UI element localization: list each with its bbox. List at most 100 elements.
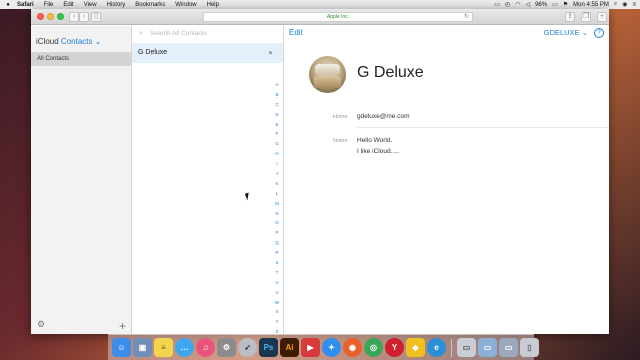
index-letter[interactable]: F	[276, 129, 279, 139]
siri-icon[interactable]: ◉	[622, 1, 627, 8]
index-letter[interactable]: V	[275, 288, 278, 298]
duck-icon[interactable]: ◆	[406, 338, 425, 357]
volume-icon[interactable]: ◁	[525, 1, 530, 8]
apple-menu-icon[interactable]: ●	[4, 2, 12, 8]
gear-icon[interactable]: ⚙	[37, 319, 45, 330]
back-button[interactable]: ‹	[69, 12, 79, 22]
reload-icon[interactable]: ↻	[464, 13, 469, 21]
documents-icon[interactable]: ▭	[499, 338, 518, 357]
index-letter[interactable]: R	[275, 248, 278, 258]
add-contact-button[interactable]: +	[119, 320, 126, 332]
time-machine-icon[interactable]: ◴	[505, 1, 510, 8]
menu-help[interactable]: Help	[207, 2, 219, 8]
share-icon[interactable]: ⇪	[565, 12, 575, 22]
index-letter[interactable]: Y	[275, 317, 278, 327]
group-all-contacts[interactable]: All Contacts	[31, 52, 132, 66]
index-letter[interactable]: O	[275, 218, 279, 228]
sidebar-toggle-icon[interactable]: ▯	[91, 12, 101, 22]
firefox-icon[interactable]: ◉	[343, 338, 362, 357]
safari-window: ‹ › ▯ Apple Inc. ↻ ⇪ ❐ + iCloud Contacts…	[31, 9, 609, 334]
clock[interactable]: Mon 4:55 PM	[573, 2, 609, 8]
wifi-icon[interactable]: ◠	[515, 1, 520, 8]
avatar-photo-body	[314, 76, 341, 88]
notes-icon[interactable]: ≡	[154, 338, 173, 357]
chrome-icon[interactable]: ◎	[364, 338, 383, 357]
browser-toolbar: ‹ › ▯ Apple Inc. ↻ ⇪ ❐ +	[31, 9, 609, 25]
index-letter[interactable]: Q	[275, 238, 279, 248]
help-button[interactable]: ?	[594, 28, 604, 38]
yandex-icon[interactable]: Y	[385, 338, 404, 357]
index-letter[interactable]: W	[275, 298, 279, 308]
account-name: GDELUXE	[543, 28, 580, 37]
messages-icon[interactable]: …	[175, 338, 194, 357]
index-letter[interactable]: N	[275, 209, 278, 219]
photoshop-icon[interactable]: Ps	[259, 338, 278, 357]
index-letter[interactable]: K	[275, 179, 278, 189]
menu-view[interactable]: View	[84, 2, 97, 8]
edge-icon[interactable]: e	[427, 338, 446, 357]
divider	[357, 127, 609, 128]
index-letter[interactable]: G	[275, 139, 279, 149]
minimize-window-button[interactable]	[47, 13, 54, 20]
menu-window[interactable]: Window	[175, 2, 196, 8]
new-tab-icon[interactable]: +	[597, 12, 607, 22]
zoom-window-button[interactable]	[57, 13, 64, 20]
flag-icon[interactable]: ⚑	[563, 1, 568, 8]
show-tabs-icon[interactable]: ❐	[581, 12, 591, 22]
finder-icon[interactable]: ☺	[112, 338, 131, 357]
index-letter[interactable]: B	[275, 90, 278, 100]
safari-icon[interactable]: ✦	[322, 338, 341, 357]
dock-separator	[451, 338, 452, 357]
search-input[interactable]: ⌕ Search All Contacts	[136, 28, 280, 40]
list-item[interactable]: G Deluxe ●	[132, 43, 283, 63]
system-preferences-icon[interactable]: ⚙	[217, 338, 236, 357]
index-letter[interactable]: J	[276, 169, 278, 179]
battery-icon[interactable]: ▭	[552, 1, 558, 8]
desktop-icon[interactable]: ▭	[478, 338, 497, 357]
downloads-icon[interactable]: ▭	[457, 338, 476, 357]
index-letter[interactable]: T	[276, 268, 279, 278]
video-player-icon[interactable]: ▶	[301, 338, 320, 357]
battery-percent[interactable]: 96%	[535, 2, 547, 8]
contact-detail: Edit GDELUXE ⌄ ? G Deluxe Home gdeluxe@m…	[285, 26, 609, 334]
airplay-icon[interactable]: ▭	[494, 1, 500, 8]
close-window-button[interactable]	[37, 13, 44, 20]
index-letter[interactable]: E	[275, 120, 278, 130]
edit-button[interactable]: Edit	[289, 28, 303, 37]
preview-icon[interactable]: ▣	[133, 338, 152, 357]
forward-button[interactable]: ›	[79, 12, 89, 22]
menu-app-name[interactable]: Safari	[17, 2, 34, 8]
illustrator-icon[interactable]: Ai	[280, 338, 299, 357]
index-letter[interactable]: D	[275, 110, 278, 120]
field-value-email[interactable]: gdeluxe@me.com	[357, 113, 409, 120]
index-letter[interactable]: U	[275, 278, 278, 288]
spotlight-icon[interactable]: ⌕	[614, 1, 617, 8]
address-bar[interactable]: Apple Inc. ↻	[203, 12, 473, 22]
launchpad-icon[interactable]: ➶	[238, 338, 257, 357]
index-letter[interactable]: I	[276, 159, 277, 169]
index-letter[interactable]: S	[275, 258, 278, 268]
index-letter[interactable]: L	[276, 189, 279, 199]
index-letter[interactable]: X	[275, 307, 278, 317]
account-menu[interactable]: GDELUXE ⌄	[544, 28, 588, 37]
contact-name: G Deluxe	[138, 49, 168, 56]
menu-edit[interactable]: Edit	[63, 2, 73, 8]
avatar-photo-top	[315, 64, 340, 75]
menu-file[interactable]: File	[44, 2, 54, 8]
index-letter[interactable]: Z	[276, 327, 279, 334]
chevron-down-icon: ⌄	[581, 28, 588, 37]
field-value-notes-line-1: Hello World.	[357, 137, 393, 144]
itunes-icon[interactable]: ♫	[196, 338, 215, 357]
menu-bookmarks[interactable]: Bookmarks	[135, 2, 165, 8]
index-letter[interactable]: P	[275, 228, 278, 238]
search-placeholder: Search All Contacts	[150, 30, 207, 37]
trash-icon[interactable]: ▯	[520, 338, 539, 357]
index-letter[interactable]: C	[275, 100, 278, 110]
index-letter[interactable]: M	[275, 199, 279, 209]
app-title[interactable]: iCloud Contacts ⌄	[36, 37, 101, 46]
index-letter[interactable]: H	[275, 149, 278, 159]
menu-history[interactable]: History	[107, 2, 126, 8]
index-letter[interactable]: A	[275, 80, 278, 90]
search-icon: ⌕	[139, 30, 143, 37]
notification-center-icon[interactable]: ≡	[632, 2, 636, 8]
